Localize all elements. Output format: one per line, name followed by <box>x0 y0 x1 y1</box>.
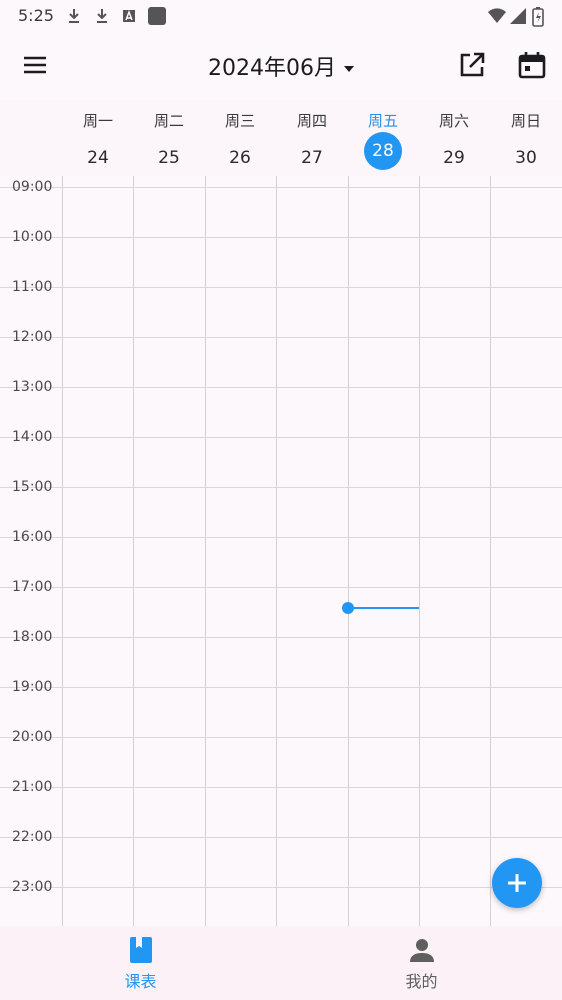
nav-item-schedule[interactable]: 课表 <box>0 926 281 1000</box>
hour-label: 10:00 <box>12 229 53 245</box>
day-header-fri-today[interactable]: 周五 28 <box>348 110 418 170</box>
day-header-tue[interactable]: 周二 25 <box>134 110 204 177</box>
nav-label: 我的 <box>405 972 438 991</box>
hour-divider <box>0 537 562 538</box>
page-title: 2024年06月 <box>208 56 336 81</box>
weekday-label: 周五 <box>367 112 398 130</box>
font-a-icon <box>123 10 135 22</box>
cell-signal-icon <box>510 8 526 24</box>
hour-divider <box>0 237 562 238</box>
hour-divider <box>0 187 562 188</box>
download-icon <box>69 9 79 23</box>
hour-divider <box>0 337 562 338</box>
column-divider <box>205 176 206 926</box>
hour-divider <box>0 287 562 288</box>
today-date-badge: 28 <box>364 132 402 170</box>
hour-label: 11:00 <box>12 279 53 295</box>
date-label: 25 <box>158 148 180 168</box>
weekday-label: 周一 <box>82 112 113 130</box>
person-icon <box>410 939 434 962</box>
weekday-label: 周日 <box>510 112 541 130</box>
status-bar: 5:25 <box>0 0 562 32</box>
column-divider <box>490 176 491 926</box>
nav-item-profile[interactable]: 我的 <box>281 926 562 1000</box>
book-icon <box>130 937 152 963</box>
hour-label: 22:00 <box>12 829 53 845</box>
bottom-navigation: 课表 我的 <box>0 926 562 1000</box>
hour-label: 21:00 <box>12 779 53 795</box>
hour-label: 17:00 <box>12 579 53 595</box>
weekday-label: 周六 <box>438 112 469 130</box>
hour-label: 12:00 <box>12 329 53 345</box>
hour-label: 16:00 <box>12 529 53 545</box>
app-bar: 2024年06月 <box>0 32 562 98</box>
column-divider <box>419 176 420 926</box>
hour-divider <box>0 837 562 838</box>
add-course-button[interactable] <box>492 858 542 908</box>
day-header-wed[interactable]: 周三 26 <box>205 110 275 177</box>
plus-icon <box>508 874 526 892</box>
date-label: 24 <box>87 148 109 168</box>
hour-divider <box>0 387 562 388</box>
hour-label: 09:00 <box>12 179 53 195</box>
battery-charging-icon <box>532 7 544 27</box>
hour-label: 23:00 <box>12 879 53 895</box>
day-header-thu[interactable]: 周四 27 <box>277 110 347 177</box>
hour-divider <box>0 687 562 688</box>
hour-divider <box>0 737 562 738</box>
day-header-mon[interactable]: 周一 24 <box>63 110 133 177</box>
weekday-label: 周三 <box>224 112 255 130</box>
date-label: 30 <box>515 148 537 168</box>
timetable-grid[interactable]: 09:00 10:00 11:00 12:00 13:00 14:00 15:00 16:00… <box>0 176 562 926</box>
weekday-label: 周二 <box>153 112 184 130</box>
weekday-label: 周四 <box>296 112 327 130</box>
calendar-icon[interactable] <box>517 50 547 80</box>
wifi-icon <box>488 8 506 23</box>
app-square-icon <box>148 7 166 25</box>
hour-label: 18:00 <box>12 629 53 645</box>
download-icon <box>97 9 107 23</box>
hour-label: 13:00 <box>12 379 53 395</box>
hour-label: 15:00 <box>12 479 53 495</box>
date-label: 29 <box>443 148 465 168</box>
chevron-down-icon <box>343 66 354 72</box>
column-divider <box>276 176 277 926</box>
hour-divider <box>0 887 562 888</box>
current-time-line <box>348 607 419 609</box>
open-in-new-icon[interactable] <box>457 50 487 80</box>
nav-label: 课表 <box>124 972 157 991</box>
status-time: 5:25 <box>18 6 54 25</box>
hour-divider <box>0 487 562 488</box>
column-divider <box>133 176 134 926</box>
date-label: 26 <box>229 148 251 168</box>
hour-label: 19:00 <box>12 679 53 695</box>
column-divider <box>62 176 63 926</box>
hour-divider <box>0 437 562 438</box>
date-label: 27 <box>301 148 323 168</box>
hour-divider <box>0 587 562 588</box>
hour-label: 20:00 <box>12 729 53 745</box>
day-header-sat[interactable]: 周六 29 <box>419 110 489 177</box>
hour-divider <box>0 787 562 788</box>
week-header: 周一 24 周二 25 周三 26 周四 27 周五 28 周六 29 周日 3… <box>0 100 562 177</box>
hour-label: 14:00 <box>12 429 53 445</box>
hour-divider <box>0 637 562 638</box>
column-divider <box>348 176 349 926</box>
day-header-sun[interactable]: 周日 30 <box>491 110 561 177</box>
